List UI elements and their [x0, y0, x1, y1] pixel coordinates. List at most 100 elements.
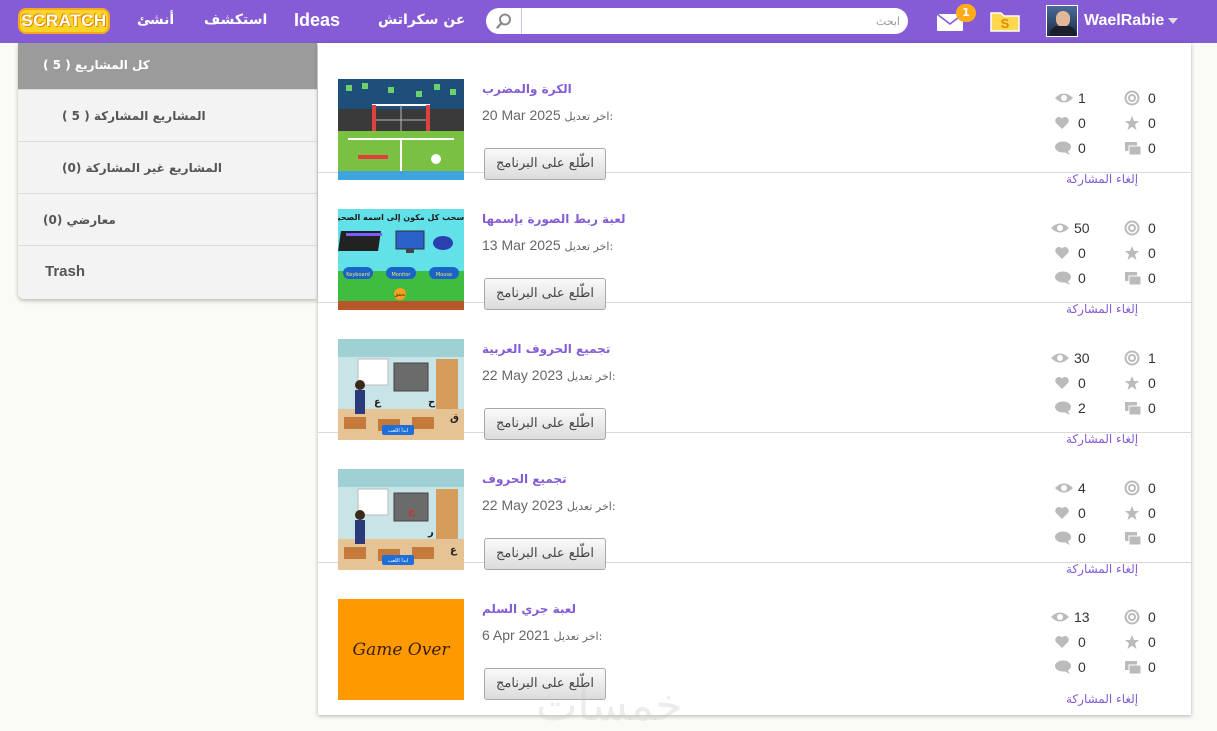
comment-icon	[1055, 660, 1071, 674]
svg-text:ع: ع	[450, 545, 458, 556]
studios-count: 0	[1148, 530, 1156, 546]
modified-label: اخر تعديل:	[564, 240, 614, 253]
comments-count: 0	[1078, 659, 1086, 675]
project-title-link[interactable]: تجميع الحروف العربية	[482, 342, 610, 356]
studios-count: 0	[1148, 270, 1156, 286]
modified-label: اخر تعديل:	[566, 370, 616, 383]
remixes-count: 0	[1148, 609, 1156, 625]
studios-count: 0	[1148, 140, 1156, 156]
messages-count-badge: 1	[956, 4, 976, 22]
comment-icon	[1055, 271, 1071, 285]
project-row: الكرة والمضرب 20 Mar 2025 اخر تعديل: اطّ…	[318, 43, 1191, 186]
nav-create[interactable]: أنشئ	[137, 0, 174, 43]
loves-count: 0	[1078, 115, 1086, 131]
project-modified-date: 22 May 2023 اخر تعديل:	[482, 367, 616, 383]
project-thumbnail[interactable]: Game Over	[338, 599, 464, 700]
star-icon	[1125, 116, 1139, 130]
star-icon	[1125, 376, 1139, 390]
remix-icon	[1124, 220, 1140, 236]
search-icon	[496, 13, 511, 29]
modified-date-value: 22 May 2023	[482, 497, 563, 513]
studio-icon	[1125, 142, 1142, 156]
project-thumbnail[interactable]: ج ر ع ابدأ اللعب	[338, 469, 464, 570]
svg-text:ج: ج	[408, 506, 416, 517]
project-modified-date: 13 Mar 2025 اخر تعديل:	[482, 237, 613, 253]
project-title-link[interactable]: تجميع الحروف	[482, 472, 567, 486]
modified-date-value: 6 Apr 2021	[482, 627, 550, 643]
search-button[interactable]	[486, 8, 522, 34]
nav-ideas[interactable]: Ideas	[294, 0, 340, 43]
comments-count: 0	[1078, 270, 1086, 286]
svg-text:ع: ع	[374, 397, 382, 408]
sidebar-item-label: Trash	[45, 263, 86, 280]
modified-label: اخر تعديل:	[553, 630, 603, 643]
eye-icon	[1051, 223, 1069, 233]
sidebar-item-shared-projects[interactable]: المشاريع المشاركة ( 5 )	[18, 90, 317, 142]
remixes-count: 0	[1148, 480, 1156, 496]
sidebar-item-unshared-projects[interactable]: المشاريع غير المشاركة (0)	[18, 142, 317, 194]
modified-date-value: 20 Mar 2025	[482, 107, 561, 123]
remixes-count: 0	[1148, 220, 1156, 236]
project-title-link[interactable]: لعبة ربط الصورة بإسمها	[482, 212, 626, 226]
favorites-count: 0	[1148, 634, 1156, 650]
project-title-link[interactable]: الكرة والمضرب	[482, 82, 572, 96]
studios-count: 0	[1148, 659, 1156, 675]
comment-icon	[1055, 141, 1071, 155]
scratch-logo[interactable]: SCRATCH	[18, 8, 110, 34]
project-row: ج ر ع ابدأ اللعب تجميع الحروف 22 May 202…	[318, 433, 1191, 576]
user-avatar[interactable]	[1046, 5, 1078, 37]
project-row: اسحب كل مكون إلى اسمه الصحيح: Keyboard M…	[318, 173, 1191, 316]
search-bar	[486, 8, 908, 34]
sidebar-item-my-studios[interactable]: معارضي (0)	[18, 194, 317, 246]
project-title-link[interactable]: لعبة جري السلم	[482, 602, 576, 616]
unshare-link[interactable]: إلغاء المشاركة	[1066, 692, 1138, 706]
views-count: 13	[1074, 609, 1090, 625]
studio-icon	[1125, 272, 1142, 286]
heart-icon	[1055, 117, 1069, 129]
nav-explore[interactable]: استكشف	[204, 0, 267, 43]
project-thumbnail[interactable]: اسحب كل مكون إلى اسمه الصحيح: Keyboard M…	[338, 209, 464, 310]
project-thumbnail[interactable]	[338, 79, 464, 180]
heart-icon	[1055, 507, 1069, 519]
heart-icon	[1055, 636, 1069, 648]
sidebar-item-all-projects[interactable]: كل المشاريع ( 5 )	[18, 43, 317, 90]
studio-icon	[1125, 532, 1142, 546]
views-count: 30	[1074, 350, 1090, 366]
star-icon	[1125, 635, 1139, 649]
project-modified-date: 6 Apr 2021 اخر تعديل:	[482, 627, 602, 643]
comment-icon	[1055, 401, 1071, 415]
sidebar-item-label: كل المشاريع ( 5 )	[43, 58, 150, 72]
remix-icon	[1124, 350, 1140, 366]
sidebar-item-trash[interactable]: Trash	[18, 246, 317, 298]
favorites-count: 0	[1148, 245, 1156, 261]
heart-icon	[1055, 377, 1069, 389]
username[interactable]: WaelRabie	[1084, 0, 1164, 43]
studio-icon	[1125, 661, 1142, 675]
nav-about[interactable]: عن سكراتش	[378, 0, 466, 43]
eye-icon	[1055, 483, 1073, 493]
thumb-check-text: تحقق	[394, 292, 406, 298]
loves-count: 0	[1078, 375, 1086, 391]
top-navbar: SCRATCH أنشئ استكشف Ideas عن سكراتش 1 S …	[0, 0, 1217, 43]
remix-icon	[1124, 609, 1140, 625]
sidebar: كل المشاريع ( 5 ) المشاريع المشاركة ( 5 …	[18, 43, 317, 299]
project-thumbnail[interactable]: ع ح ق ابدأ اللعب	[338, 339, 464, 440]
studios-count: 0	[1148, 400, 1156, 416]
heart-icon	[1055, 247, 1069, 259]
my-stuff-folder-icon[interactable]: S	[989, 9, 1021, 33]
star-icon	[1125, 246, 1139, 260]
loves-count: 0	[1078, 245, 1086, 261]
search-input[interactable]	[524, 11, 900, 31]
studio-icon	[1125, 402, 1142, 416]
project-modified-date: 20 Mar 2025 اخر تعديل:	[482, 107, 613, 123]
thumb-heading-text: اسحب كل مكون إلى اسمه الصحيح:	[338, 213, 464, 222]
thumb-label-text: Monitor	[391, 272, 411, 278]
loves-count: 0	[1078, 634, 1086, 650]
chevron-down-icon[interactable]	[1168, 18, 1178, 24]
comment-icon	[1055, 531, 1071, 545]
comments-count: 0	[1078, 140, 1086, 156]
svg-text:ق: ق	[450, 413, 459, 424]
modified-date-value: 22 May 2023	[482, 367, 563, 383]
svg-text:ر: ر	[427, 527, 434, 538]
thumb-label-text: Keyboard	[346, 272, 370, 278]
